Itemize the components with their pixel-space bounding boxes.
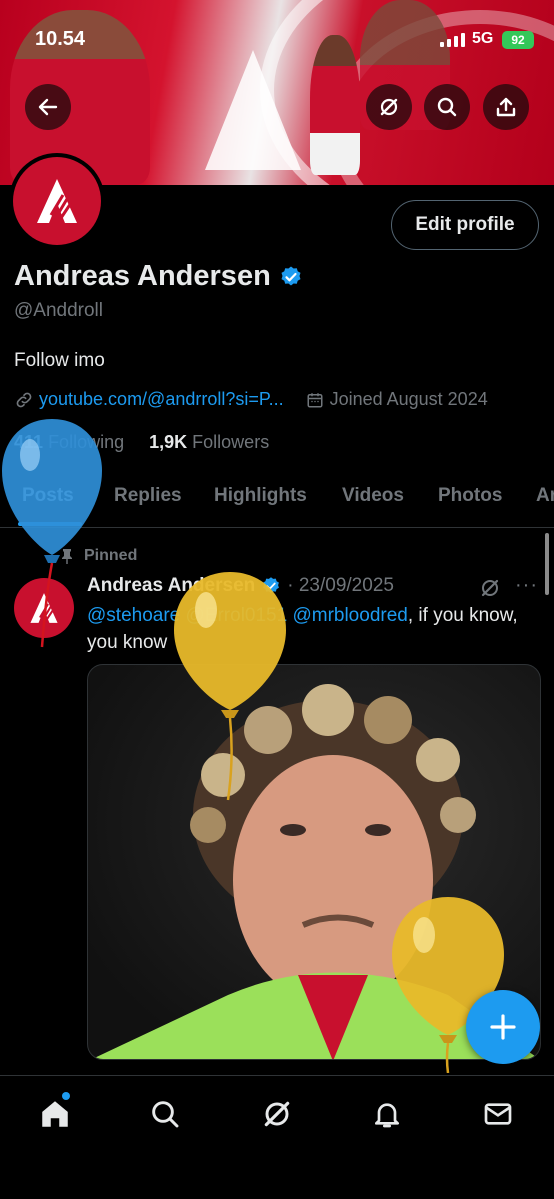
verified-badge-icon xyxy=(281,266,301,285)
profile-name: Andreas Andersen xyxy=(14,260,303,293)
home-icon xyxy=(42,1101,68,1127)
compose-button[interactable] xyxy=(466,990,540,1064)
scrollbar[interactable] xyxy=(545,533,549,595)
plus-icon xyxy=(490,1014,516,1040)
bell-icon xyxy=(375,1103,399,1128)
nav-messages[interactable] xyxy=(480,1096,516,1132)
grok-icon xyxy=(380,98,398,116)
home-notification-dot xyxy=(62,1092,70,1100)
follow-stats: 411 Following 1,9K Followers xyxy=(14,432,269,453)
link-icon xyxy=(16,392,32,407)
followers-link[interactable]: 1,9K Followers xyxy=(149,432,269,452)
share-icon xyxy=(496,97,516,117)
profile-tabs: Posts Replies Highlights Videos Photos A… xyxy=(0,470,554,528)
bottom-nav xyxy=(0,1075,554,1199)
grok-icon xyxy=(264,1101,290,1127)
calendar-icon xyxy=(307,392,323,407)
profile-bio: Follow imo xyxy=(14,350,105,371)
post-author-name[interactable]: Andreas Andersen xyxy=(87,575,255,597)
status-bar: 10.54 5G 92 xyxy=(0,28,554,54)
arrow-left-icon xyxy=(38,98,58,116)
profile-meta: youtube.com/@andrroll?si=P... Joined Aug… xyxy=(14,389,488,410)
tab-articles[interactable]: Ar xyxy=(536,485,554,507)
tab-videos[interactable]: Videos xyxy=(342,485,404,507)
status-time: 10.54 xyxy=(35,28,86,50)
search-icon xyxy=(152,1101,179,1128)
tab-posts[interactable]: Posts xyxy=(22,485,74,507)
grok-button[interactable] xyxy=(366,84,412,130)
grok-icon[interactable] xyxy=(478,576,502,600)
post-text: @stehoare @Errol0151 @mrbloodred, if you… xyxy=(87,602,527,656)
nav-explore[interactable] xyxy=(147,1096,183,1132)
nav-notifications[interactable] xyxy=(369,1096,405,1132)
tab-photos[interactable]: Photos xyxy=(438,485,502,507)
search-icon xyxy=(437,97,457,117)
pin-icon xyxy=(62,549,72,564)
pinned-label: Pinned xyxy=(84,547,138,564)
post-header: Andreas Andersen · 23/09/2025 xyxy=(87,575,394,597)
profile-name-text: Andreas Andersen xyxy=(14,260,271,292)
tab-highlights[interactable]: Highlights xyxy=(214,485,307,507)
nav-home[interactable] xyxy=(37,1096,73,1132)
logo-icon xyxy=(37,179,77,223)
post-author-avatar[interactable] xyxy=(14,578,74,638)
joined-date: Joined August 2024 xyxy=(329,389,488,409)
post-date: · 23/09/2025 xyxy=(287,575,394,596)
pinned-indicator: Pinned xyxy=(60,547,137,565)
logo-icon xyxy=(30,593,58,623)
post-mentions[interactable]: @stehoare @Errol0151 @mrbloodred xyxy=(87,605,408,626)
network-type: 5G xyxy=(472,30,494,47)
profile-handle: @Anddroll xyxy=(14,300,103,321)
active-tab-indicator xyxy=(18,522,82,526)
mail-icon xyxy=(484,1103,512,1125)
nav-grok[interactable] xyxy=(259,1096,295,1132)
share-button[interactable] xyxy=(483,84,529,130)
profile-link[interactable]: youtube.com/@andrroll?si=P... xyxy=(39,389,284,410)
post-photo xyxy=(92,684,540,1059)
signal-icon xyxy=(440,33,465,47)
verified-badge-icon xyxy=(263,577,280,594)
edit-profile-button[interactable]: Edit profile xyxy=(391,200,539,250)
profile-avatar[interactable] xyxy=(9,153,105,249)
search-button[interactable] xyxy=(424,84,470,130)
more-options-button[interactable]: ··· xyxy=(515,574,538,597)
following-link[interactable]: 411 Following xyxy=(14,432,124,452)
post-image[interactable] xyxy=(87,664,541,1060)
back-button[interactable] xyxy=(25,84,71,130)
tab-replies[interactable]: Replies xyxy=(114,485,182,507)
battery-indicator: 92 xyxy=(502,31,534,49)
